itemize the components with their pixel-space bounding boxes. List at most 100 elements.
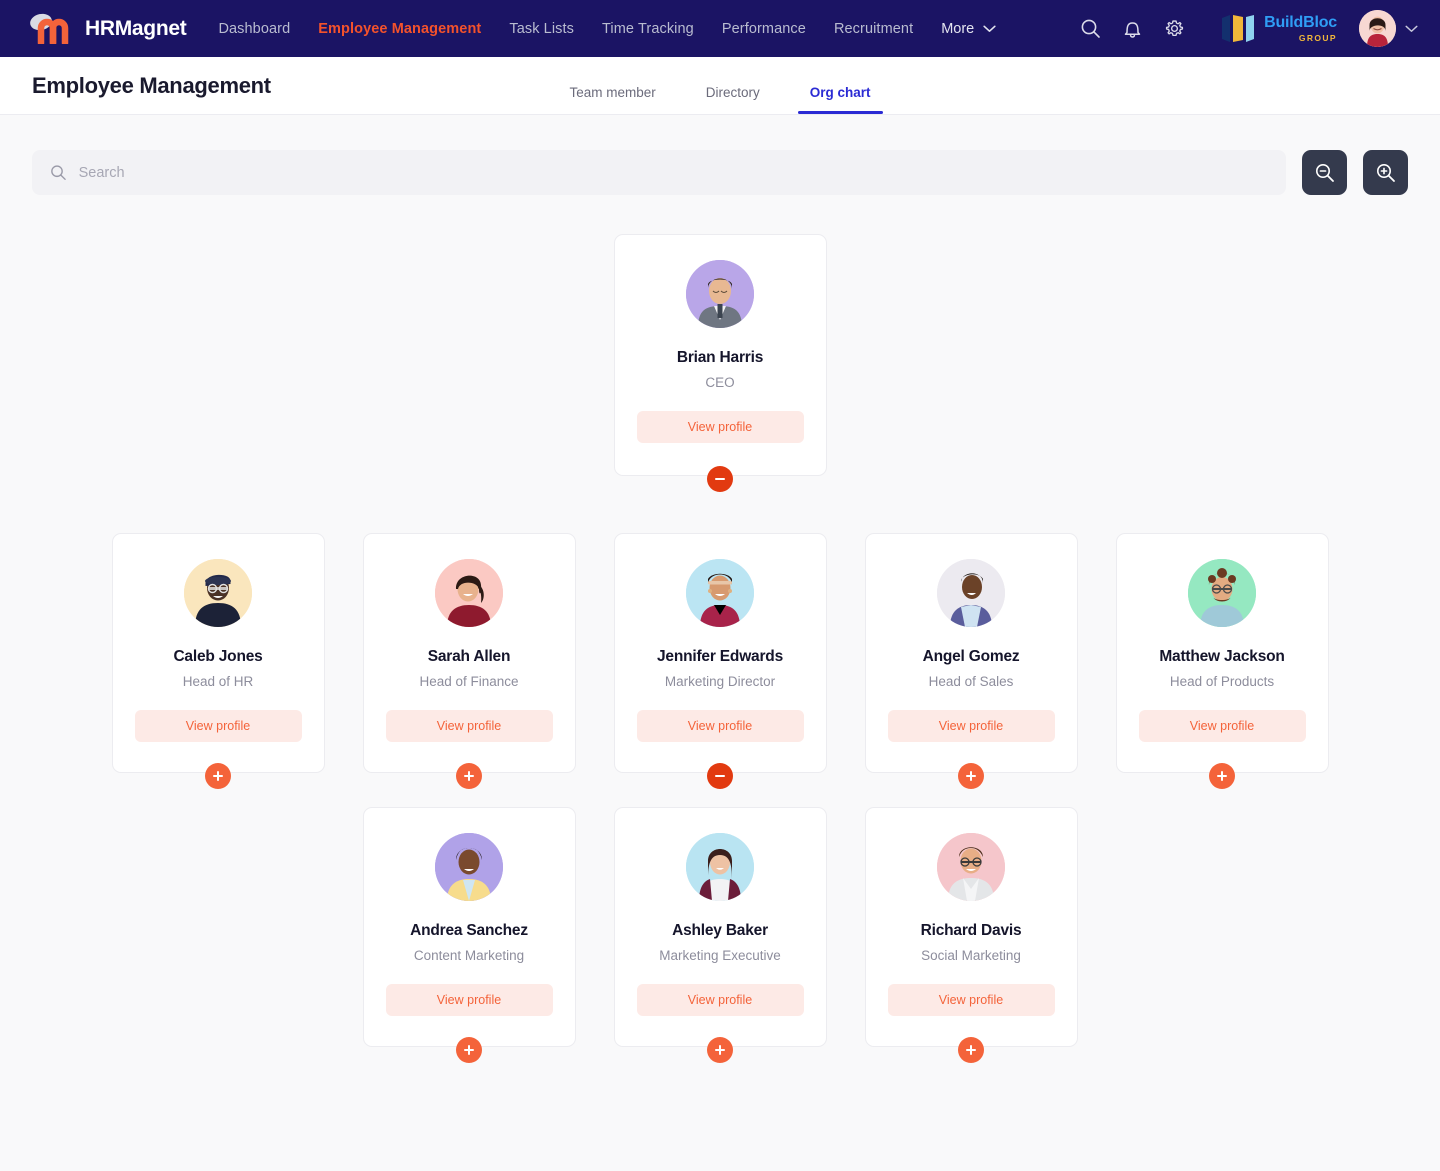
org-node: Brian Harris CEO View profile	[613, 234, 827, 492]
tab-team-member[interactable]: Team member	[557, 85, 667, 114]
zoom-out-icon	[1315, 163, 1334, 182]
employee-card[interactable]: Matthew Jackson Head of Products View pr…	[1115, 533, 1329, 773]
employee-role: Marketing Executive	[659, 948, 781, 963]
magnet-m-icon	[28, 11, 76, 46]
org-chart-level-2: Caleb Jones Head of HR View profile Sara…	[0, 533, 1440, 789]
employee-card[interactable]: Caleb Jones Head of HR View profile	[111, 533, 325, 773]
view-profile-button[interactable]: View profile	[385, 710, 553, 742]
expand-node-button[interactable]	[205, 763, 231, 789]
nav-more-label: More	[941, 20, 975, 37]
view-profile-button[interactable]: View profile	[636, 411, 804, 443]
employee-name: Sarah Allen	[427, 648, 511, 665]
org-node: Caleb Jones Head of HR View profile	[111, 533, 325, 789]
avatar	[1359, 10, 1396, 47]
avatar	[184, 559, 252, 627]
search-icon[interactable]	[1080, 18, 1101, 39]
view-profile-button[interactable]: View profile	[385, 984, 553, 1016]
employee-name: Brian Harris	[676, 349, 764, 366]
nav-link-task-lists[interactable]: Task Lists	[509, 21, 574, 37]
org-chart-level-1: Brian Harris CEO View profile	[0, 234, 1440, 492]
avatar	[686, 260, 754, 328]
buildbloc-title: BuildBloc	[1264, 13, 1337, 31]
top-navigation-bar: HRMagnet Dashboard Employee Management T…	[0, 0, 1440, 57]
employee-name: Ashley Baker	[672, 922, 768, 939]
tab-org-chart[interactable]: Org chart	[797, 85, 883, 114]
nav-right-cluster: BuildBloc GROUP	[1080, 10, 1418, 47]
collapse-node-button[interactable]	[707, 466, 733, 492]
org-node: Richard Davis Social Marketing View prof…	[864, 807, 1078, 1063]
employee-role: Head of Products	[1169, 674, 1275, 689]
employee-role: Head of Sales	[928, 674, 1014, 689]
avatar	[435, 559, 503, 627]
tab-directory[interactable]: Directory	[694, 85, 772, 114]
expand-node-button[interactable]	[958, 1037, 984, 1063]
employee-card[interactable]: Sarah Allen Head of Finance View profile	[362, 533, 576, 773]
org-node: Jennifer Edwards Marketing Director View…	[613, 533, 827, 789]
expand-node-button[interactable]	[456, 763, 482, 789]
avatar	[686, 559, 754, 627]
nav-more-menu[interactable]: More	[941, 21, 996, 37]
nav-links: Dashboard Employee Management Task Lists…	[218, 21, 996, 37]
page-tabs: Team member Directory Org chart	[0, 85, 1440, 114]
user-menu[interactable]	[1359, 10, 1418, 47]
org-chart: Brian Harris CEO View profile Caleb Jone…	[0, 195, 1440, 1063]
org-node: Sarah Allen Head of Finance View profile	[362, 533, 576, 789]
expand-node-button[interactable]	[456, 1037, 482, 1063]
view-profile-button[interactable]: View profile	[1138, 710, 1306, 742]
employee-role: Content Marketing	[413, 948, 525, 963]
expand-node-button[interactable]	[958, 763, 984, 789]
brand-logo[interactable]: HRMagnet	[28, 11, 187, 46]
employee-card[interactable]: Angel Gomez Head of Sales View profile	[864, 533, 1078, 773]
search-icon	[51, 165, 66, 181]
nav-link-dashboard[interactable]: Dashboard	[218, 21, 290, 37]
employee-name: Jennifer Edwards	[656, 648, 783, 665]
brand-name: HRMagnet	[85, 16, 187, 40]
page-header: Employee Management Team member Director…	[0, 57, 1440, 115]
nav-link-time-tracking[interactable]: Time Tracking	[602, 21, 694, 37]
employee-role: CEO	[705, 375, 735, 390]
view-profile-button[interactable]: View profile	[636, 710, 804, 742]
buildbloc-logo: BuildBloc GROUP	[1207, 13, 1337, 43]
employee-card[interactable]: Brian Harris CEO View profile	[613, 234, 827, 476]
employee-card[interactable]: Andrea Sanchez Content Marketing View pr…	[362, 807, 576, 1047]
org-node: Andrea Sanchez Content Marketing View pr…	[362, 807, 576, 1063]
employee-card[interactable]: Richard Davis Social Marketing View prof…	[864, 807, 1078, 1047]
employee-role: Head of Finance	[419, 674, 519, 689]
avatar	[686, 833, 754, 901]
zoom-out-button[interactable]	[1302, 150, 1347, 195]
avatar	[937, 833, 1005, 901]
employee-card[interactable]: Ashley Baker Marketing Executive View pr…	[613, 807, 827, 1047]
org-node: Matthew Jackson Head of Products View pr…	[1115, 533, 1329, 789]
buildbloc-subtitle: GROUP	[1298, 32, 1337, 43]
avatar	[937, 559, 1005, 627]
view-profile-button[interactable]: View profile	[134, 710, 302, 742]
org-chart-level-3: Andrea Sanchez Content Marketing View pr…	[0, 807, 1440, 1063]
org-node: Angel Gomez Head of Sales View profile	[864, 533, 1078, 789]
nav-link-employee-management[interactable]: Employee Management	[318, 21, 481, 37]
gear-icon[interactable]	[1164, 18, 1185, 39]
nav-link-performance[interactable]: Performance	[722, 21, 806, 37]
view-profile-button[interactable]: View profile	[636, 984, 804, 1016]
expand-node-button[interactable]	[707, 1037, 733, 1063]
chevron-down-icon	[1405, 25, 1418, 32]
employee-role: Social Marketing	[921, 948, 1021, 963]
expand-node-button[interactable]	[1209, 763, 1235, 789]
zoom-in-button[interactable]	[1363, 150, 1408, 195]
view-profile-button[interactable]: View profile	[887, 984, 1055, 1016]
employee-name: Richard Davis	[920, 922, 1022, 939]
collapse-node-button[interactable]	[707, 763, 733, 789]
chevron-down-icon	[983, 25, 996, 32]
view-profile-button[interactable]: View profile	[887, 710, 1055, 742]
employee-role: Head of HR	[182, 674, 254, 689]
search-input[interactable]	[78, 164, 1268, 181]
search-field-wrapper[interactable]	[32, 150, 1286, 195]
avatar	[1188, 559, 1256, 627]
avatar	[435, 833, 503, 901]
employee-name: Caleb Jones	[173, 648, 263, 665]
bell-icon[interactable]	[1123, 18, 1142, 39]
org-node: Ashley Baker Marketing Executive View pr…	[613, 807, 827, 1063]
nav-link-recruitment[interactable]: Recruitment	[834, 21, 913, 37]
employee-card[interactable]: Jennifer Edwards Marketing Director View…	[613, 533, 827, 773]
employee-name: Andrea Sanchez	[410, 922, 528, 939]
employee-name: Matthew Jackson	[1159, 648, 1285, 665]
